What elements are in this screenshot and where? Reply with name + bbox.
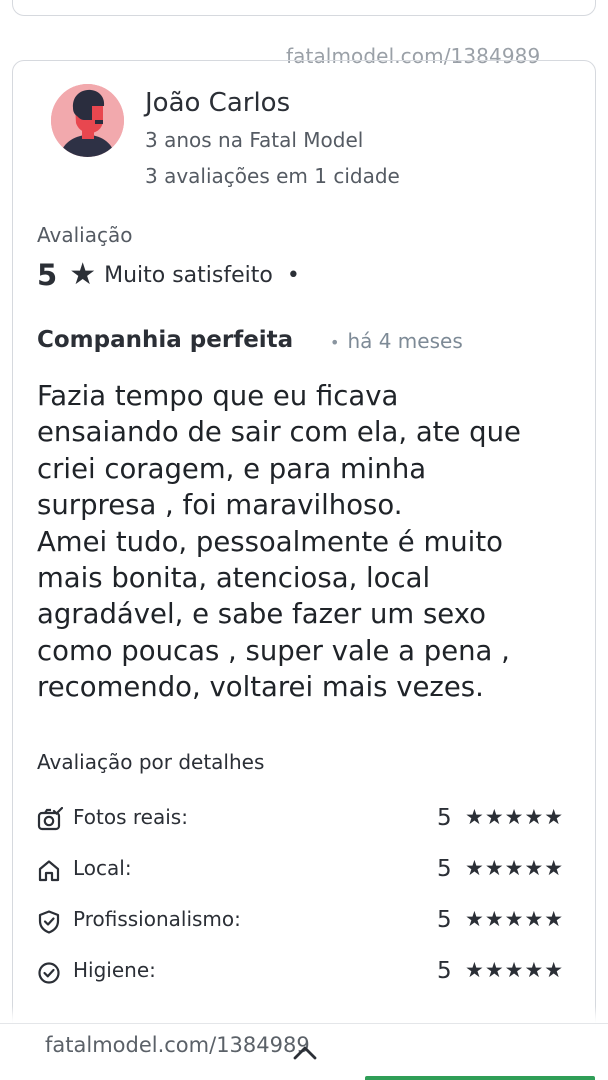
review-time-text: há 4 meses [347, 329, 463, 353]
review-body: Fazia tempo que eu ficava ensaiando de s… [37, 378, 587, 706]
detail-row-local: Local: 5 ★★★★★ [37, 856, 577, 886]
rating-text: Muito satisfeito [104, 262, 273, 288]
detail-label: Higiene: [73, 958, 156, 982]
home-icon [38, 860, 60, 882]
action-button-edge[interactable] [365, 1076, 595, 1080]
review-body-line: criei coragem, e para minha [37, 452, 427, 485]
rating-score: 5 [37, 258, 58, 292]
star-icon: ★ [69, 257, 97, 292]
detail-stars: ★★★★★ [465, 958, 565, 982]
review-body-line: Amei tudo, pessoalmente é muito [37, 525, 503, 558]
detail-stars: ★★★★★ [465, 856, 565, 880]
user-avatar-icon [51, 84, 124, 157]
detail-label: Local: [73, 856, 132, 880]
avatar[interactable] [51, 84, 124, 157]
shield-check-icon [38, 910, 60, 934]
detail-score: 5 [437, 958, 452, 984]
rating-label: Avaliação [37, 223, 133, 247]
review-body-line: recomendo, voltarei mais vezes. [37, 671, 484, 704]
review-body-line: Fazia tempo que eu ficava [37, 380, 399, 412]
user-review-count: 3 avaliações em 1 cidade [145, 164, 400, 188]
detail-row-profissionalismo: Profissionalismo: 5 ★★★★★ [37, 907, 577, 937]
detail-label: Profissionalismo: [73, 907, 241, 931]
review-page: fatalmodel.com/1384989 João Carlos 3 ano… [0, 0, 608, 1080]
overall-rating: 5 ★ Muito satisfeito • [37, 258, 300, 292]
rating-separator: • [286, 262, 300, 288]
review-body-line: como poucas , super vale a pena , [37, 634, 510, 667]
review-body-line: agradável, e sabe fazer um sexo [37, 598, 486, 631]
review-title: Companhia perfeita [37, 327, 294, 353]
chevron-up-icon[interactable] [292, 1044, 318, 1060]
review-body-line: surpresa , foi maravilhoso. [37, 489, 403, 522]
previous-review-card [12, 0, 596, 16]
watermark-bottom: fatalmodel.com/1384989 [45, 1033, 310, 1057]
detail-score: 5 [437, 856, 452, 882]
review-body-line: mais bonita, atenciosa, local [37, 562, 431, 595]
camera-check-icon [37, 807, 63, 831]
scroll-fade [0, 1006, 608, 1024]
detail-score: 5 [437, 907, 452, 933]
time-separator: • [330, 333, 340, 352]
detail-stars: ★★★★★ [465, 805, 565, 829]
detail-stars: ★★★★★ [465, 907, 565, 931]
user-tenure: 3 anos na Fatal Model [145, 128, 364, 152]
detail-label: Fotos reais: [73, 805, 188, 829]
circle-check-icon [38, 962, 60, 984]
review-time: • há 4 meses [330, 329, 463, 353]
detail-score: 5 [437, 805, 452, 831]
review-body-line: ensaiando de sair com ela, ate que [37, 416, 521, 449]
detail-row-higiene: Higiene: 5 ★★★★★ [37, 958, 577, 988]
details-label: Avaliação por detalhes [37, 750, 265, 774]
detail-row-fotos-reais: Fotos reais: 5 ★★★★★ [37, 805, 577, 835]
user-name[interactable]: João Carlos [145, 88, 290, 118]
